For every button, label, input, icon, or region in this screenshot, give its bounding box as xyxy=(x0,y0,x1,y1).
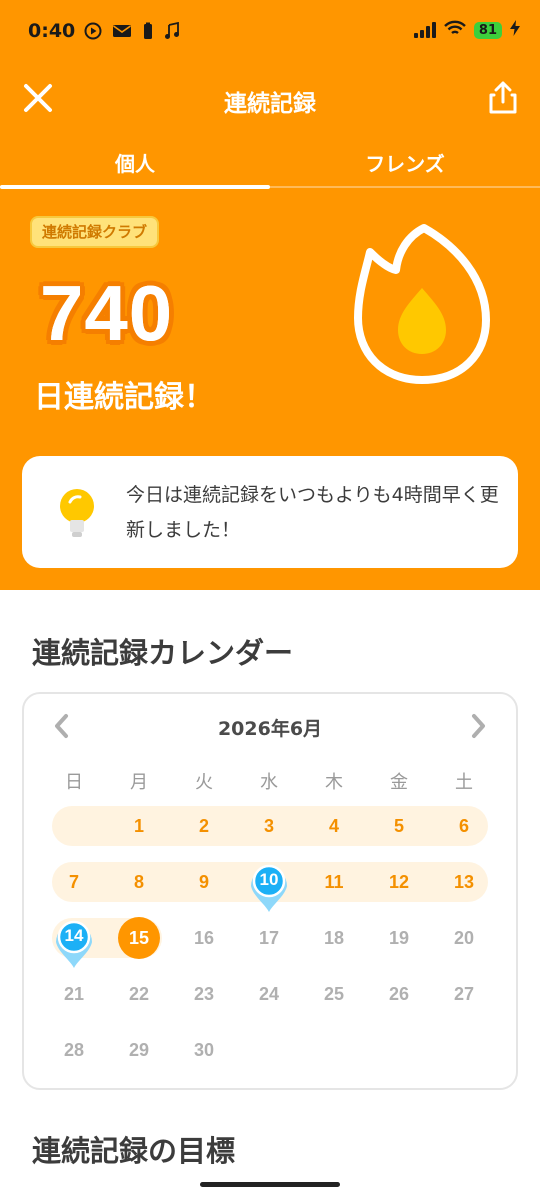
calendar-day[interactable]: 20 xyxy=(442,918,486,958)
streak-freeze-marker[interactable]: 14 xyxy=(52,914,96,970)
music-icon xyxy=(164,21,180,44)
calendar-day[interactable]: 23 xyxy=(182,974,226,1014)
mail-icon xyxy=(112,23,132,43)
goals-section-title: 連続記録の目標 xyxy=(32,1134,236,1168)
share-icon xyxy=(489,81,517,114)
chevron-right-icon xyxy=(472,714,485,738)
calendar-day[interactable]: 11 xyxy=(312,862,356,902)
tab-active-indicator xyxy=(0,185,270,189)
streak-flame-icon xyxy=(352,222,492,386)
next-month-button[interactable] xyxy=(466,712,490,740)
calendar-day[interactable]: 6 xyxy=(442,806,486,846)
calendar-day[interactable]: 26 xyxy=(377,974,421,1014)
signal-icon xyxy=(413,22,436,38)
calendar-day[interactable]: 16 xyxy=(182,918,226,958)
calendar-day[interactable]: 12 xyxy=(377,862,421,902)
weekday-label: 木 xyxy=(325,772,343,793)
calendar-day[interactable]: 18 xyxy=(312,918,356,958)
calendar-day[interactable]: 27 xyxy=(442,974,486,1014)
calendar-day[interactable]: 7 xyxy=(52,862,96,902)
calendar-day: 10 xyxy=(259,870,279,889)
calendar-day[interactable]: 19 xyxy=(377,918,421,958)
calendar-day[interactable]: 29 xyxy=(117,1030,161,1070)
streak-club-badge[interactable]: 連続記録クラブ xyxy=(30,216,160,248)
calendar-day[interactable]: 24 xyxy=(247,974,291,1014)
tip-card: 今日は連続記録をいつもよりも4時間早く更新しました！ xyxy=(22,456,518,568)
status-bar: 0:40 81 xyxy=(0,0,540,66)
lightbulb-icon xyxy=(56,486,102,540)
calendar-day[interactable]: 3 xyxy=(247,806,291,846)
calendar-day[interactable]: 1 xyxy=(117,806,161,846)
streak-days-label: 日連続記録！ xyxy=(34,380,214,415)
weekday-label: 日 xyxy=(65,772,83,793)
charging-icon xyxy=(510,20,520,40)
status-right: 81 xyxy=(413,20,520,40)
calendar-section-title: 連続記録カレンダー xyxy=(32,636,294,670)
status-notification-icons xyxy=(84,21,180,44)
play-icon xyxy=(84,22,102,44)
status-time: 0:40 xyxy=(28,20,76,42)
page-title: 連続記録 xyxy=(224,91,316,117)
weekday-label: 水 xyxy=(260,772,278,793)
calendar-day: 14 xyxy=(64,926,84,945)
calendar-day[interactable]: 4 xyxy=(312,806,356,846)
weekday-label: 月 xyxy=(130,772,148,793)
calendar-month-label: 2026年6月 xyxy=(217,718,323,740)
weekday-label: 金 xyxy=(390,772,408,793)
share-button[interactable] xyxy=(486,80,520,116)
weekday-label: 火 xyxy=(195,772,213,793)
calendar-day[interactable]: 25 xyxy=(312,974,356,1014)
streak-freeze-marker[interactable]: 10 xyxy=(247,858,291,914)
calendar-day[interactable]: 8 xyxy=(117,862,161,902)
wifi-icon xyxy=(444,20,466,40)
calendar-day[interactable]: 21 xyxy=(52,974,96,1014)
home-indicator xyxy=(200,1182,340,1187)
calendar-day[interactable]: 9 xyxy=(182,862,226,902)
battery-saver-icon xyxy=(142,22,154,44)
calendar-day[interactable]: 2 xyxy=(182,806,226,846)
tab-friends[interactable]: フレンズ xyxy=(270,148,540,177)
battery-level: 81 xyxy=(473,21,502,39)
tip-text: 今日は連続記録をいつもよりも4時間早く更新しました！ xyxy=(126,484,499,541)
calendar-day[interactable]: 17 xyxy=(247,918,291,958)
weekday-label: 土 xyxy=(455,772,473,793)
tab-personal[interactable]: 個人 xyxy=(0,148,270,177)
calendar-day[interactable]: 5 xyxy=(377,806,421,846)
calendar-day-today[interactable]: 15 xyxy=(118,917,160,959)
streak-days-count: 740 xyxy=(40,269,174,357)
calendar-day[interactable]: 13 xyxy=(442,862,486,902)
calendar-day[interactable]: 22 xyxy=(117,974,161,1014)
calendar-day[interactable]: 28 xyxy=(52,1030,96,1070)
calendar-day[interactable]: 30 xyxy=(182,1030,226,1070)
